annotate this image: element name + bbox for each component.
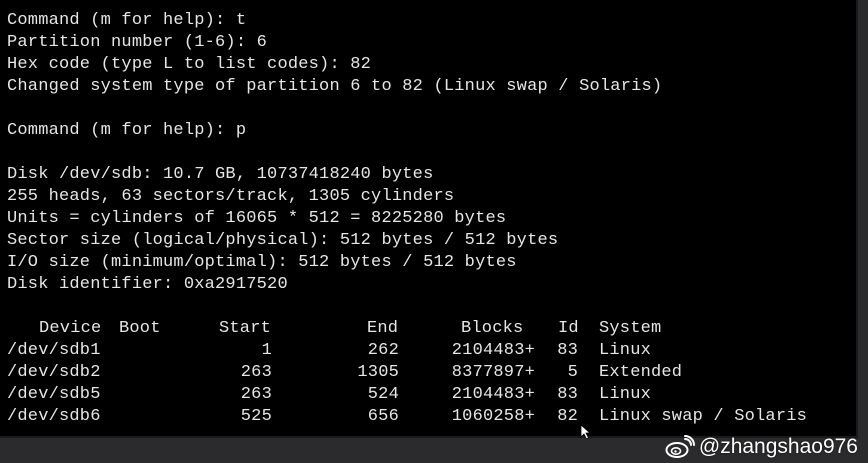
- cell-system: Linux swap / Solaris: [599, 407, 808, 426]
- cell-end: 262: [367, 341, 399, 360]
- terminal-line: 255 heads, 63 sectors/track, 1305 cylind…: [7, 187, 455, 206]
- cell-id: 82: [557, 407, 578, 426]
- terminal-window[interactable]: Command (m for help): t Partition number…: [0, 0, 858, 438]
- terminal-line: Command (m for help): t: [7, 11, 247, 30]
- mouse-pointer-icon: [580, 424, 592, 440]
- weibo-watermark: @zhangshao976: [665, 435, 858, 459]
- cell-start: 263: [240, 363, 272, 382]
- cell-end: 524: [367, 385, 399, 404]
- terminal-line: Changed system type of partition 6 to 82…: [7, 77, 663, 96]
- terminal-line: Disk /dev/sdb: 10.7 GB, 10737418240 byte…: [7, 165, 434, 184]
- header-blocks: Blocks: [461, 319, 524, 338]
- cell-id: 83: [557, 341, 578, 360]
- terminal-line: Partition number (1-6): 6: [7, 33, 268, 52]
- weibo-logo-icon: [665, 435, 695, 458]
- watermark-text: @zhangshao976: [698, 435, 858, 458]
- cell-device: /dev/sdb6: [7, 407, 101, 426]
- cell-end: 656: [367, 407, 399, 426]
- terminal-line: Units = cylinders of 16065 * 512 = 82252…: [7, 209, 507, 228]
- partition-row: /dev/sdb1 1 262 2104483+ 83 Linux: [7, 340, 856, 362]
- partition-row: /dev/sdb6 525 656 1060258+ 82 Linux swap…: [7, 406, 856, 428]
- partition-row: /dev/sdb2 263 1305 8377897+ 5 Extended: [7, 362, 856, 384]
- cell-blocks: 1060258+: [451, 407, 535, 426]
- header-boot: Boot: [119, 319, 161, 338]
- terminal-line: Disk identifier: 0xa2917520: [7, 275, 288, 294]
- partition-table-header: Device Boot Start End Blocks Id System: [7, 318, 856, 340]
- cell-system: Linux: [599, 341, 652, 360]
- terminal-line: Sector size (logical/physical): 512 byte…: [7, 231, 559, 250]
- terminal-line: Command (m for help): p: [7, 121, 247, 140]
- terminal-line: I/O size (minimum/optimal): 512 bytes / …: [7, 253, 517, 272]
- header-device: Device: [39, 319, 102, 338]
- cell-id: 83: [557, 385, 578, 404]
- header-id: Id: [558, 319, 579, 338]
- terminal-line: Hex code (type L to list codes): 82: [7, 55, 372, 74]
- cell-id: 5: [567, 363, 578, 382]
- header-end: End: [367, 319, 399, 338]
- cell-start: 263: [240, 385, 272, 404]
- cell-end: 1305: [357, 363, 399, 382]
- cell-device: /dev/sdb2: [7, 363, 101, 382]
- cell-blocks: 2104483+: [451, 341, 535, 360]
- partition-row: /dev/sdb5 263 524 2104483+ 83 Linux: [7, 384, 856, 406]
- cell-start: 1: [261, 341, 272, 360]
- cell-blocks: 8377897+: [451, 363, 535, 382]
- cell-system: Linux: [599, 385, 652, 404]
- cell-device: /dev/sdb1: [7, 341, 101, 360]
- cell-device: /dev/sdb5: [7, 385, 101, 404]
- header-start: Start: [219, 319, 272, 338]
- cell-system: Extended: [599, 363, 683, 382]
- screenshot: Command (m for help): t Partition number…: [0, 0, 868, 463]
- header-system: System: [599, 319, 662, 338]
- cell-blocks: 2104483+: [451, 385, 535, 404]
- cell-start: 525: [240, 407, 272, 426]
